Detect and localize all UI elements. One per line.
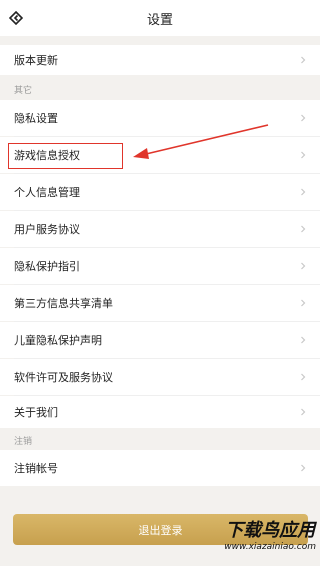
list-item-label: 儿童隐私保护声明 xyxy=(14,334,102,347)
page-title: 设置 xyxy=(146,13,173,28)
list-item-label: 隐私设置 xyxy=(14,112,58,125)
section-label-other: 其它 xyxy=(14,86,33,96)
watermark-url: www.xiazainiao.com xyxy=(224,542,316,552)
list-item-label: 隐私保护指引 xyxy=(14,260,80,273)
list-item-version-update[interactable]: 版本更新 xyxy=(0,45,320,75)
chevron-right-icon xyxy=(301,188,306,196)
watermark-brand: 下载鸟应用 xyxy=(225,520,316,541)
list-item-user-service-agreement[interactable]: 用户服务协议 xyxy=(0,211,320,247)
chevron-right-icon xyxy=(301,373,306,381)
chevron-right-icon xyxy=(301,114,306,122)
list-item-label: 用户服务协议 xyxy=(14,223,80,236)
list-item-cancel-account[interactable]: 注销帐号 xyxy=(0,450,320,486)
chevron-right-icon xyxy=(301,464,306,472)
list-item-label: 关于我们 xyxy=(14,406,58,419)
list-item-privacy-guide[interactable]: 隐私保护指引 xyxy=(0,248,320,284)
list-item-about-us[interactable]: 关于我们 xyxy=(0,396,320,428)
list-item-label: 个人信息管理 xyxy=(14,186,80,199)
list-item-children-privacy[interactable]: 儿童隐私保护声明 xyxy=(0,322,320,358)
watermark: 下载鸟应用 www.xiazainiao.com xyxy=(224,516,316,552)
chevron-right-icon xyxy=(301,336,306,344)
list-item-software-license[interactable]: 软件许可及服务协议 xyxy=(0,359,320,395)
top-bar: 设置 xyxy=(0,0,320,36)
list-item-label: 版本更新 xyxy=(14,54,58,67)
chevron-right-icon xyxy=(301,56,306,64)
chevron-right-icon xyxy=(301,299,306,307)
list-item-label: 注销帐号 xyxy=(14,462,58,475)
annotation-highlight-box xyxy=(8,143,123,169)
list-item-third-party-sharing[interactable]: 第三方信息共享清单 xyxy=(0,285,320,321)
chevron-right-icon xyxy=(301,408,306,416)
list-item-personal-info-management[interactable]: 个人信息管理 xyxy=(0,174,320,210)
list-item-privacy-settings[interactable]: 隐私设置 xyxy=(0,100,320,136)
chevron-right-icon xyxy=(301,225,306,233)
section-label-cancel: 注销 xyxy=(14,437,33,447)
chevron-right-icon xyxy=(301,262,306,270)
list-item-label: 软件许可及服务协议 xyxy=(14,371,113,384)
list-item-label: 第三方信息共享清单 xyxy=(14,297,113,310)
chevron-right-icon xyxy=(301,151,306,159)
